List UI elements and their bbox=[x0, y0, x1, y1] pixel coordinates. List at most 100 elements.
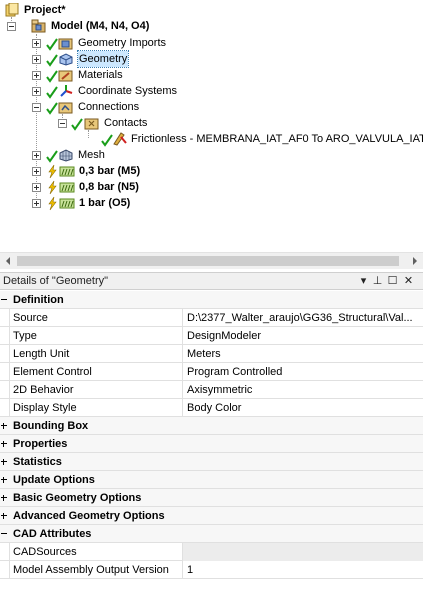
check-icon bbox=[46, 102, 58, 115]
check-icon bbox=[46, 70, 58, 83]
expand-toggle[interactable] bbox=[0, 476, 8, 484]
collapse-toggle[interactable] bbox=[32, 103, 41, 112]
property-value[interactable]: 1 bbox=[183, 561, 423, 579]
collapse-toggle[interactable] bbox=[58, 119, 67, 128]
expand-toggle[interactable] bbox=[0, 494, 8, 502]
property-row[interactable]: Length Unit Meters bbox=[0, 345, 423, 363]
tree-item-materials[interactable]: Materials bbox=[0, 67, 423, 83]
tree-item-geometry-imports[interactable]: Geometry Imports bbox=[0, 35, 423, 51]
collapse-toggle[interactable] bbox=[0, 530, 8, 538]
project-icon bbox=[5, 3, 19, 17]
property-row[interactable]: Model Assembly Output Version 1 bbox=[0, 561, 423, 579]
property-row[interactable]: Source D:\2377_Walter_araujo\GG36_Struct… bbox=[0, 309, 423, 327]
category-title: Properties bbox=[13, 438, 68, 450]
tree-item-system-m5[interactable]: 0,3 bar (M5) bbox=[0, 163, 423, 179]
geometry-icon bbox=[59, 53, 73, 66]
pin-icon[interactable]: ⊥ bbox=[371, 274, 384, 289]
expand-toggle[interactable] bbox=[32, 199, 41, 208]
category-title: Statistics bbox=[13, 456, 62, 468]
tree-label-materials: Materials bbox=[78, 69, 123, 81]
tree-item-model[interactable]: Model (M4, N4, O4) bbox=[0, 18, 423, 34]
tree-item-system-n5[interactable]: 0,8 bar (N5) bbox=[0, 179, 423, 195]
tree-item-system-o5[interactable]: 1 bar (O5) bbox=[0, 195, 423, 211]
property-key: Source bbox=[9, 309, 183, 327]
coordinate-systems-icon bbox=[60, 85, 73, 97]
category-statistics[interactable]: Statistics bbox=[0, 453, 423, 471]
tree-label-mesh: Mesh bbox=[78, 149, 105, 161]
expand-toggle[interactable] bbox=[32, 87, 41, 96]
tree-item-connections[interactable]: Connections bbox=[0, 99, 423, 115]
tree-label-system-m5: 0,3 bar (M5) bbox=[79, 165, 141, 177]
contact-region-icon bbox=[113, 132, 127, 146]
collapse-toggle[interactable] bbox=[7, 22, 16, 31]
static-structural-icon bbox=[59, 198, 75, 209]
check-icon bbox=[46, 86, 58, 99]
expand-toggle[interactable] bbox=[0, 422, 8, 430]
property-row[interactable]: Type DesignModeler bbox=[0, 327, 423, 345]
details-grid: Definition Source D:\2377_Walter_araujo\… bbox=[0, 291, 423, 579]
tree-item-contacts[interactable]: Contacts bbox=[0, 115, 423, 131]
expand-toggle[interactable] bbox=[32, 55, 41, 64]
property-value[interactable] bbox=[183, 543, 423, 561]
property-key: Display Style bbox=[9, 399, 183, 417]
category-title: Basic Geometry Options bbox=[13, 492, 142, 504]
scroll-right-arrow-icon[interactable] bbox=[413, 257, 417, 265]
expand-toggle[interactable] bbox=[0, 458, 8, 466]
property-value[interactable]: Axisymmetric bbox=[183, 381, 423, 399]
tree-label-system-n5: 0,8 bar (N5) bbox=[79, 181, 139, 193]
property-value[interactable]: D:\2377_Walter_araujo\GG36_Structural\Va… bbox=[183, 309, 423, 327]
category-title: Update Options bbox=[13, 474, 95, 486]
property-key: Type bbox=[9, 327, 183, 345]
tree-item-contact-region[interactable]: Frictionless - MEMBRANA_IAT_AF0 To ARO_V… bbox=[0, 131, 423, 147]
category-definition[interactable]: Definition bbox=[0, 291, 423, 309]
outline-tree: Project* Model (M4, N4, O4) Geometry Imp… bbox=[0, 0, 423, 252]
category-cad-attributes[interactable]: CAD Attributes bbox=[0, 525, 423, 543]
close-icon[interactable]: ✕ bbox=[402, 274, 415, 289]
restore-icon[interactable]: ☐ bbox=[386, 274, 399, 289]
property-key: Element Control bbox=[9, 363, 183, 381]
category-advanced-geometry-options[interactable]: Advanced Geometry Options bbox=[0, 507, 423, 525]
property-row[interactable]: Element Control Program Controlled bbox=[0, 363, 423, 381]
property-row[interactable]: 2D Behavior Axisymmetric bbox=[0, 381, 423, 399]
scrollbar-thumb[interactable] bbox=[17, 256, 399, 266]
tree-item-coordinate-systems[interactable]: Coordinate Systems bbox=[0, 83, 423, 99]
dropdown-arrow-icon[interactable]: ▾ bbox=[357, 274, 370, 289]
property-row[interactable]: CADSources bbox=[0, 543, 423, 561]
tree-item-geometry[interactable]: Geometry bbox=[0, 50, 423, 68]
details-header: Details of "Geometry" ▾ ⊥ ☐ ✕ bbox=[0, 272, 423, 290]
contacts-icon bbox=[84, 118, 99, 130]
category-title: Advanced Geometry Options bbox=[13, 510, 165, 522]
check-icon bbox=[46, 150, 58, 163]
scroll-left-arrow-icon[interactable] bbox=[6, 257, 10, 265]
expand-toggle[interactable] bbox=[32, 151, 41, 160]
expand-toggle[interactable] bbox=[0, 512, 8, 520]
property-value[interactable]: Body Color bbox=[183, 399, 423, 417]
horizontal-scrollbar[interactable] bbox=[0, 252, 423, 269]
category-title: Definition bbox=[13, 294, 64, 306]
expand-toggle[interactable] bbox=[32, 167, 41, 176]
tree-item-mesh[interactable]: Mesh bbox=[0, 147, 423, 163]
lightning-icon bbox=[48, 164, 57, 179]
geometry-imports-icon bbox=[58, 38, 73, 50]
property-value[interactable]: Program Controlled bbox=[183, 363, 423, 381]
category-title: Bounding Box bbox=[13, 420, 89, 432]
category-basic-geometry-options[interactable]: Basic Geometry Options bbox=[0, 489, 423, 507]
expand-toggle[interactable] bbox=[32, 183, 41, 192]
expand-toggle[interactable] bbox=[32, 71, 41, 80]
property-value[interactable]: DesignModeler bbox=[183, 327, 423, 345]
property-key: CADSources bbox=[9, 543, 183, 561]
model-icon bbox=[31, 19, 46, 33]
static-structural-icon bbox=[59, 182, 75, 193]
category-update-options[interactable]: Update Options bbox=[0, 471, 423, 489]
tree-item-project[interactable]: Project* bbox=[0, 2, 423, 18]
property-value[interactable]: Meters bbox=[183, 345, 423, 363]
collapse-toggle[interactable] bbox=[0, 296, 8, 304]
check-icon bbox=[46, 38, 58, 51]
category-properties[interactable]: Properties bbox=[0, 435, 423, 453]
materials-icon bbox=[58, 70, 73, 82]
category-title: CAD Attributes bbox=[13, 528, 92, 540]
expand-toggle[interactable] bbox=[0, 440, 8, 448]
expand-toggle[interactable] bbox=[32, 39, 41, 48]
category-bounding-box[interactable]: Bounding Box bbox=[0, 417, 423, 435]
property-row[interactable]: Display Style Body Color bbox=[0, 399, 423, 417]
